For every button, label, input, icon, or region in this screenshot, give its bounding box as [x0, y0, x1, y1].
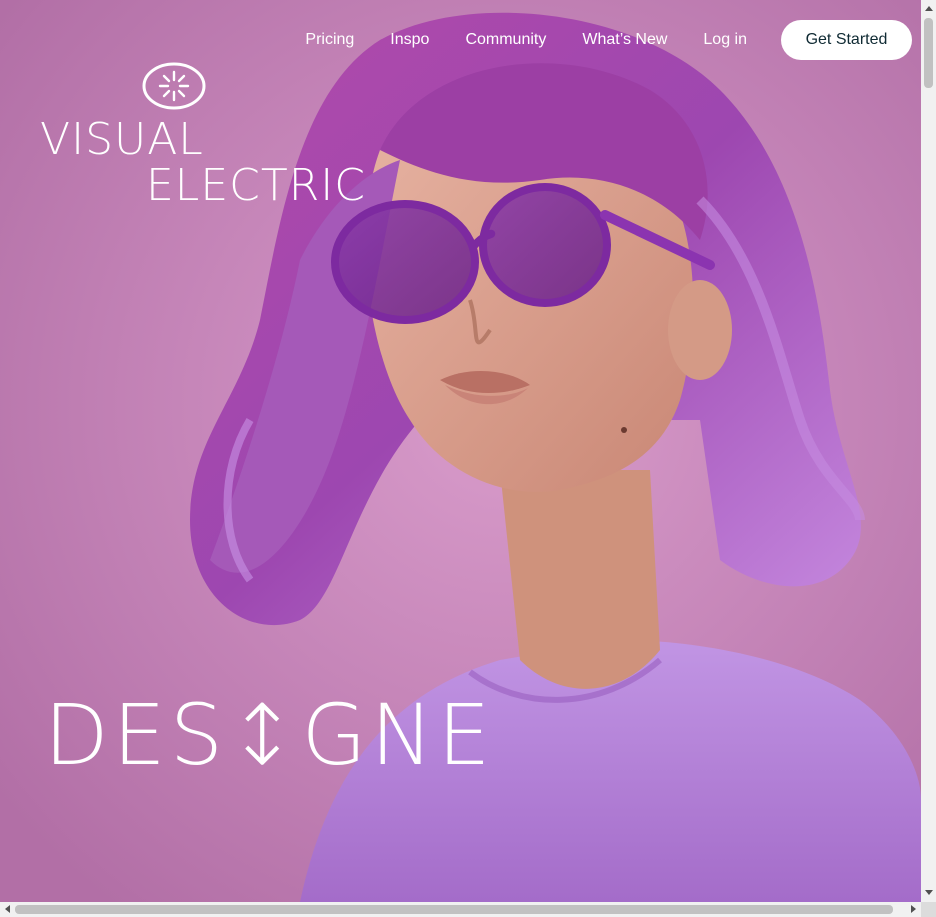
- scroll-right-arrow-icon[interactable]: [911, 905, 916, 913]
- scrollbar-vertical[interactable]: [921, 0, 936, 902]
- brand-logo[interactable]: VISUAL ELECTRIC: [40, 62, 365, 212]
- get-started-button[interactable]: Get Started: [781, 20, 912, 60]
- logo-text-electric: ELECTRIC: [146, 160, 366, 211]
- logo-text-visual: VISUAL: [40, 114, 204, 165]
- nav-link-whats-new[interactable]: What’s New: [582, 31, 667, 49]
- scroll-left-arrow-icon[interactable]: [5, 905, 10, 913]
- eye-logo-icon: [142, 62, 206, 110]
- scrollbar-corner: [921, 902, 936, 917]
- nav-link-pricing[interactable]: Pricing: [305, 31, 354, 49]
- scroll-down-arrow-icon[interactable]: [925, 890, 933, 895]
- hero-section: Pricing Inspo Community What’s New Log i…: [0, 0, 921, 902]
- nav-link-community[interactable]: Community: [465, 31, 546, 49]
- scroll-up-arrow-icon[interactable]: [925, 6, 933, 11]
- hero-headline: DES↕GNE: [44, 686, 495, 784]
- top-nav: Pricing Inspo Community What’s New Log i…: [305, 20, 912, 60]
- scrollbar-horizontal[interactable]: [0, 902, 921, 917]
- nav-link-inspo[interactable]: Inspo: [390, 31, 429, 49]
- scrollbar-thumb-horizontal[interactable]: [15, 905, 893, 914]
- nav-link-login[interactable]: Log in: [703, 31, 747, 49]
- scrollbar-thumb[interactable]: [924, 18, 933, 88]
